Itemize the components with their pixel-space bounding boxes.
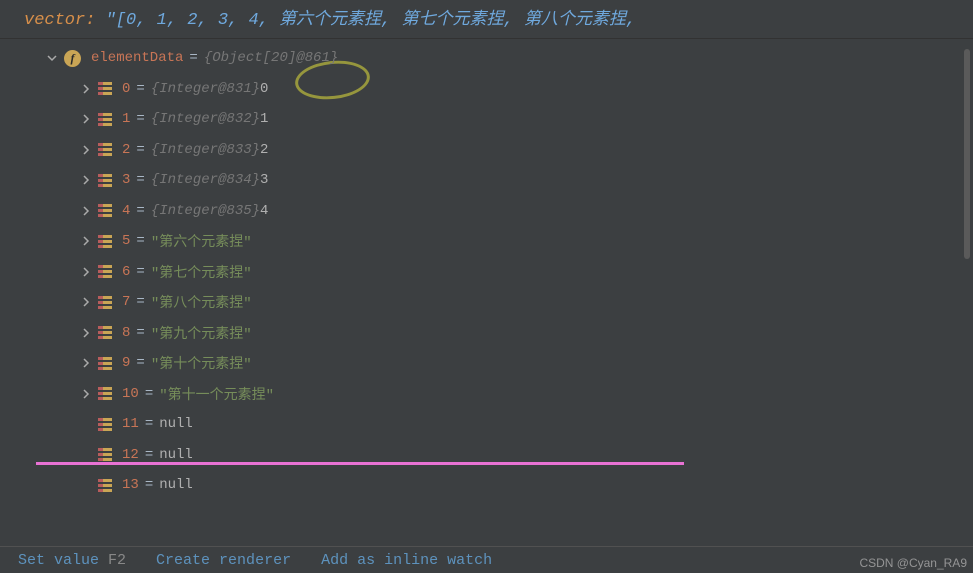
element-value: null <box>159 477 193 493</box>
element-value: "第六个元素捏" <box>151 231 252 251</box>
array-element-icon <box>98 113 112 126</box>
array-element-icon <box>98 143 112 156</box>
tooltip-header: vector: "[0, 1, 2, 3, 4, 第六个元素捏, 第七个元素捏,… <box>0 0 973 39</box>
element-value: null <box>159 416 193 432</box>
element-index: 5 <box>122 233 130 249</box>
array-element-icon <box>98 326 112 339</box>
element-type: {Integer@833} <box>151 142 260 158</box>
element-index: 13 <box>122 477 139 493</box>
element-value: "第七个元素捏" <box>151 262 252 282</box>
scrollbar-thumb[interactable] <box>964 49 970 259</box>
chevron-right-icon[interactable] <box>78 145 94 155</box>
element-value: "第十个元素捏" <box>151 353 252 373</box>
array-element-icon <box>98 387 112 400</box>
array-element-icon <box>98 174 112 187</box>
element-index: 2 <box>122 142 130 158</box>
field-type: {Object[20]@861} <box>204 50 338 66</box>
chevron-right-icon[interactable] <box>78 389 94 399</box>
element-index: 4 <box>122 203 130 219</box>
tree-row[interactable]: 9="第十个元素捏" <box>6 348 973 379</box>
element-index: 1 <box>122 111 130 127</box>
array-element-icon <box>98 296 112 309</box>
element-value: null <box>159 447 193 463</box>
chevron-right-icon[interactable] <box>78 84 94 94</box>
element-index: 11 <box>122 416 139 432</box>
element-type: {Integer@831} <box>151 81 260 97</box>
add-inline-watch-action[interactable]: Add as inline watch <box>321 552 492 569</box>
array-element-icon <box>98 448 112 461</box>
tree-row[interactable]: 8="第九个元素捏" <box>6 318 973 349</box>
set-value-action[interactable]: Set value F2 <box>18 552 126 569</box>
field-badge-icon: f <box>64 50 81 67</box>
element-type: {Integer@834} <box>151 172 260 188</box>
element-value: "第八个元素捏" <box>151 292 252 312</box>
element-value: 0 <box>260 81 268 97</box>
array-element-icon <box>98 357 112 370</box>
tree-row[interactable]: 13=null <box>6 470 973 501</box>
tree-row[interactable]: 5="第六个元素捏" <box>6 226 973 257</box>
chevron-right-icon[interactable] <box>78 297 94 307</box>
tree-row[interactable]: 1={Integer@832} 1 <box>6 104 973 135</box>
array-element-icon <box>98 235 112 248</box>
tooltip-header-value: "[0, 1, 2, 3, 4, 第六个元素捏, 第七个元素捏, 第八个元素捏, <box>106 11 636 30</box>
tree-row[interactable]: 4={Integer@835} 4 <box>6 196 973 227</box>
element-index: 9 <box>122 355 130 371</box>
element-index: 12 <box>122 447 139 463</box>
chevron-down-icon[interactable] <box>44 53 60 63</box>
variable-tree: f elementData = {Object[20]@861} 0={Inte… <box>6 39 973 505</box>
tree-root-row[interactable]: f elementData = {Object[20]@861} <box>6 43 973 74</box>
element-value: 4 <box>260 203 268 219</box>
element-value: 3 <box>260 172 268 188</box>
element-value: 1 <box>260 111 268 127</box>
element-type: {Integer@832} <box>151 111 260 127</box>
element-index: 10 <box>122 386 139 402</box>
array-element-icon <box>98 265 112 278</box>
array-element-icon <box>98 82 112 95</box>
element-value: "第十一个元素捏" <box>159 384 274 404</box>
chevron-right-icon[interactable] <box>78 114 94 124</box>
chevron-right-icon[interactable] <box>78 236 94 246</box>
element-index: 3 <box>122 172 130 188</box>
element-index: 7 <box>122 294 130 310</box>
element-index: 6 <box>122 264 130 280</box>
create-renderer-action[interactable]: Create renderer <box>156 552 291 569</box>
array-element-icon <box>98 204 112 217</box>
tree-row[interactable]: 0={Integer@831} 0 <box>6 74 973 105</box>
element-type: {Integer@835} <box>151 203 260 219</box>
tree-row[interactable]: 11=null <box>6 409 973 440</box>
chevron-right-icon[interactable] <box>78 175 94 185</box>
element-value: 2 <box>260 142 268 158</box>
chevron-right-icon[interactable] <box>78 358 94 368</box>
variables-panel: f elementData = {Object[20]@861} 0={Inte… <box>0 39 973 546</box>
element-index: 8 <box>122 325 130 341</box>
chevron-right-icon[interactable] <box>78 206 94 216</box>
field-name: elementData <box>91 50 183 66</box>
tree-row[interactable]: 3={Integer@834} 3 <box>6 165 973 196</box>
footer-actions: Set value F2 Create renderer Add as inli… <box>0 546 973 573</box>
chevron-right-icon[interactable] <box>78 328 94 338</box>
tree-row[interactable]: 12=null <box>6 440 973 471</box>
tree-row[interactable]: 2={Integer@833} 2 <box>6 135 973 166</box>
element-index: 0 <box>122 81 130 97</box>
array-element-icon <box>98 418 112 431</box>
tooltip-header-label: vector: <box>24 11 106 30</box>
tree-row[interactable]: 10="第十一个元素捏" <box>6 379 973 410</box>
array-element-icon <box>98 479 112 492</box>
tree-row[interactable]: 6="第七个元素捏" <box>6 257 973 288</box>
element-value: "第九个元素捏" <box>151 323 252 343</box>
chevron-right-icon[interactable] <box>78 267 94 277</box>
watermark: CSDN @Cyan_RA9 <box>859 556 967 570</box>
tree-row[interactable]: 7="第八个元素捏" <box>6 287 973 318</box>
